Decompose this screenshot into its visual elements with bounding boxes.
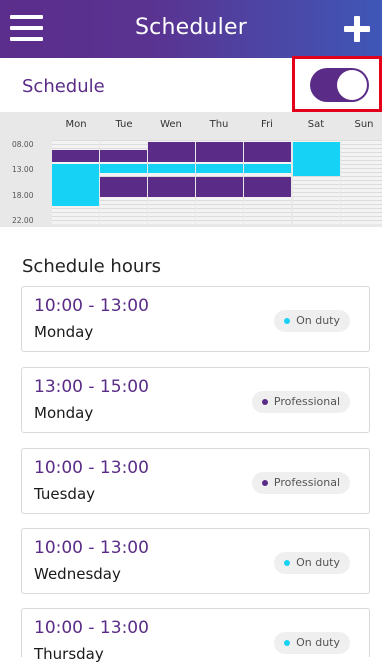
schedule-card[interactable]: 10:00 - 13:00 Tuesday Professional (21, 448, 370, 514)
status-label: On duty (296, 636, 340, 649)
professional-block[interactable] (244, 177, 291, 197)
calendar-column-wen[interactable] (148, 140, 195, 224)
professional-block[interactable] (148, 142, 195, 162)
on-duty-block[interactable] (196, 164, 243, 173)
schedule-card[interactable]: 10:00 - 13:00 Monday On duty (21, 286, 370, 352)
status-dot-icon (284, 560, 291, 566)
time-label: 08.00 (12, 140, 34, 149)
day-label-wen: Wen (160, 119, 182, 130)
status-dot-icon (284, 318, 291, 324)
status-badge: On duty (274, 310, 350, 332)
card-time: 10:00 - 13:00 (34, 296, 149, 316)
card-time: 10:00 - 13:00 (34, 618, 149, 638)
on-duty-block[interactable] (52, 164, 99, 206)
day-label-fri: Fri (261, 119, 273, 130)
time-label: 13.00 (12, 165, 34, 174)
calendar-column-sat[interactable] (293, 140, 340, 224)
status-dot-icon (261, 480, 268, 486)
schedule-label: Schedule (22, 76, 105, 97)
card-day: Wednesday (34, 565, 121, 583)
professional-block[interactable] (148, 177, 195, 197)
card-day: Tuesday (34, 485, 96, 503)
toggle-knob (337, 70, 367, 100)
weekly-calendar: Mon Tue Wen Thu Fri Sat Sun 08.00 13.00 … (0, 112, 382, 227)
schedule-card[interactable]: 13:00 - 15:00 Monday Professional (21, 367, 370, 433)
time-label: 22.00 (12, 216, 34, 225)
calendar-column-mon[interactable] (52, 140, 99, 224)
card-day: Monday (34, 323, 94, 341)
status-badge: On duty (274, 552, 350, 574)
card-day: Thursday (34, 645, 104, 663)
calendar-column-tue[interactable] (100, 140, 147, 224)
professional-block[interactable] (196, 142, 243, 162)
status-label: On duty (296, 314, 340, 327)
professional-block[interactable] (100, 177, 147, 197)
time-label: 18.00 (12, 191, 34, 200)
on-duty-block[interactable] (293, 142, 340, 176)
card-time: 10:00 - 13:00 (34, 458, 149, 478)
day-label-sat: Sat (307, 119, 325, 130)
status-dot-icon (261, 399, 268, 405)
status-dot-icon (284, 640, 291, 646)
on-duty-block[interactable] (100, 164, 147, 173)
status-label: Professional (273, 476, 340, 489)
calendar-column-sun[interactable] (341, 140, 382, 224)
card-time: 13:00 - 15:00 (34, 377, 149, 397)
status-badge: Professional (251, 472, 350, 494)
professional-block[interactable] (244, 142, 291, 162)
on-duty-block[interactable] (244, 164, 291, 173)
schedule-card[interactable]: 10:00 - 13:00 Wednesday On duty (21, 528, 370, 594)
card-day: Monday (34, 404, 94, 422)
status-label: Professional (273, 395, 340, 408)
professional-block[interactable] (52, 150, 99, 162)
on-duty-block[interactable] (148, 164, 195, 173)
day-label-thu: Thu (209, 119, 229, 130)
plus-icon[interactable] (344, 16, 370, 42)
status-badge: On duty (274, 632, 350, 654)
day-label-mon: Mon (65, 119, 87, 130)
status-label: On duty (296, 556, 340, 569)
day-label-tue: Tue (115, 119, 133, 130)
professional-block[interactable] (100, 150, 147, 162)
page-title: Scheduler (135, 15, 247, 40)
status-badge: Professional (251, 391, 350, 413)
schedule-hours-title: Schedule hours (22, 256, 162, 277)
day-label-sun: Sun (354, 119, 374, 130)
professional-block[interactable] (196, 177, 243, 197)
calendar-column-thu[interactable] (196, 140, 243, 224)
calendar-column-fri[interactable] (244, 140, 291, 224)
schedule-toggle[interactable] (310, 68, 369, 102)
card-time: 10:00 - 13:00 (34, 538, 149, 558)
app-header: Scheduler (0, 0, 382, 58)
schedule-card[interactable]: 10:00 - 13:00 Thursday On duty (21, 608, 370, 663)
